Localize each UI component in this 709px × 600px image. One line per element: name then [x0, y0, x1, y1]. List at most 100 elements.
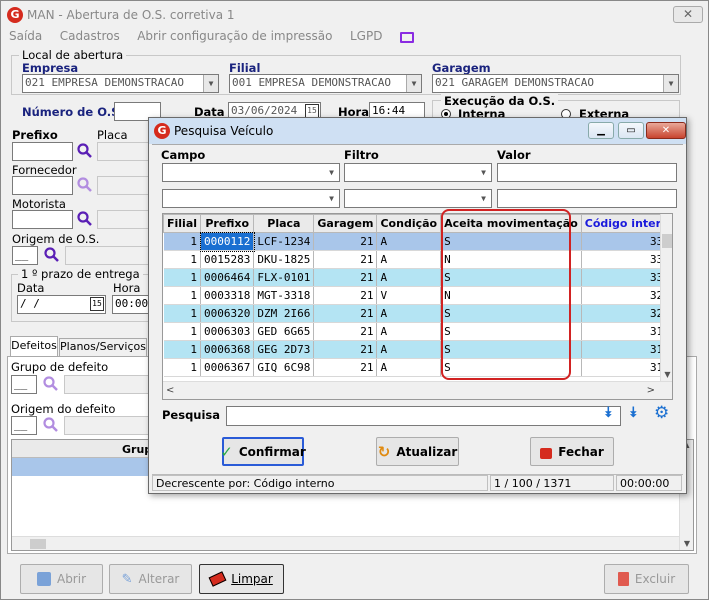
- campo-select-1[interactable]: ▼: [162, 163, 340, 182]
- placa-input[interactable]: [97, 142, 151, 161]
- table-cell: LCF-1234: [253, 232, 315, 251]
- search-icon[interactable]: [77, 177, 93, 193]
- monitor-icon[interactable]: [399, 31, 414, 43]
- main-menubar: Saída Cadastros Abrir configuração de im…: [9, 29, 414, 43]
- table-row[interactable]: 10006464FLX-010121AS3319: [163, 268, 672, 287]
- calendar-icon[interactable]: 15: [90, 297, 104, 311]
- empresa-combo[interactable]: 021 EMPRESA DEMONSTRACAO ▼: [22, 74, 219, 93]
- dialog-close-button[interactable]: ✕: [646, 122, 686, 139]
- garagem-combo[interactable]: 021 GARAGEM DEMONSTRACAO ▼: [432, 74, 679, 93]
- fechar-button[interactable]: Fechar: [530, 437, 614, 466]
- table-cell: 1: [163, 340, 202, 359]
- menu-lgpd[interactable]: LGPD: [350, 29, 382, 43]
- table-cell: 21: [313, 268, 378, 287]
- table-row[interactable]: 10006367GIQ 6C9821AS3116: [163, 358, 672, 377]
- limpar-button[interactable]: Limpar: [199, 564, 284, 594]
- col-garagem[interactable]: Garagem: [313, 214, 378, 233]
- alterar-button[interactable]: ✎ Alterar: [109, 564, 192, 594]
- minimize-button[interactable]: ▁: [588, 122, 614, 139]
- prazo-data-input[interactable]: / / 15: [17, 295, 106, 314]
- results-body: 10000112LCF-123421AS332310015283DKU-1825…: [163, 231, 672, 377]
- table-row[interactable]: 10006320DZM 2I6621AS3203: [163, 304, 672, 323]
- main-close-button[interactable]: ✕: [673, 6, 703, 23]
- trash-icon: [617, 572, 629, 586]
- table-row[interactable]: 10006368GEG 2D7321AS3117: [163, 340, 672, 359]
- table-cell: 0015283: [200, 250, 255, 269]
- motorista-input[interactable]: [12, 210, 73, 229]
- fornecedor-label: Fornecedor: [12, 163, 77, 177]
- search-icon[interactable]: [44, 247, 60, 263]
- campo-select-2[interactable]: ▼: [162, 189, 340, 208]
- horizontal-scrollbar[interactable]: [12, 536, 679, 550]
- table-cell: S: [440, 268, 582, 287]
- col-condicao[interactable]: Condição: [376, 214, 442, 233]
- table-cell: 0003318: [200, 286, 255, 305]
- search-icon[interactable]: [77, 211, 93, 227]
- fechar-label: Fechar: [558, 444, 604, 459]
- atualizar-button[interactable]: ↻ Atualizar: [376, 437, 459, 466]
- grupo-defeito-input[interactable]: __: [11, 375, 37, 394]
- table-row[interactable]: 10006303GED 6G6521AS3141: [163, 322, 672, 341]
- origem-defeito-input[interactable]: __: [11, 416, 37, 435]
- gear-icon[interactable]: ⚙: [654, 403, 669, 423]
- search-icon[interactable]: [43, 417, 59, 433]
- col-prefixo[interactable]: Prefixo: [200, 214, 255, 233]
- menu-saida[interactable]: Saída: [9, 29, 42, 43]
- app-logo-icon: G: [7, 7, 23, 23]
- atualizar-label: Atualizar: [396, 444, 458, 459]
- tab-planos-servicos[interactable]: Planos/Serviços: [59, 338, 147, 356]
- results-vertical-scrollbar[interactable]: ▼: [660, 214, 672, 381]
- table-row[interactable]: 10015283DKU-182521AN3321: [163, 250, 672, 269]
- confirmar-button[interactable]: ✓ Confirmar: [220, 437, 306, 466]
- valor-label: Valor: [497, 148, 531, 162]
- garagem-label: Garagem: [432, 61, 491, 75]
- origem-os-input[interactable]: __: [12, 246, 38, 265]
- abrir-button[interactable]: Abrir: [20, 564, 103, 594]
- collapse-down-icon[interactable]: ⯯: [629, 405, 637, 421]
- prazo-hora-input[interactable]: 00:00: [112, 295, 151, 314]
- results-table: Filial Prefixo Placa Garagem Condição Ac…: [163, 214, 672, 377]
- col-filial[interactable]: Filial: [163, 214, 202, 233]
- pencil-icon: ✎: [121, 571, 133, 587]
- pesquisa-veiculo-dialog: G Pesquisa Veículo ▁ ▭ ✕ Campo Filtro Va…: [148, 117, 687, 494]
- filial-combo[interactable]: 001 EMPRESA DEMONSTRACAO ▼: [229, 74, 422, 93]
- table-cell: 21: [313, 322, 378, 341]
- prefixo-input[interactable]: [12, 142, 73, 161]
- filtro-select-2[interactable]: ▼: [344, 189, 492, 208]
- limpar-label: Limpar: [231, 572, 273, 586]
- col-placa[interactable]: Placa: [253, 214, 315, 233]
- table-row[interactable]: 10000112LCF-123421AS3323: [163, 231, 672, 252]
- table-cell: A: [376, 268, 442, 287]
- table-row[interactable]: 10003318MGT-331821VN3207: [163, 286, 672, 305]
- prefixo-label: Prefixo: [12, 128, 58, 142]
- status-count: 1 / 100 / 1371: [490, 475, 614, 491]
- menu-abrir-config[interactable]: Abrir configuração de impressão: [137, 29, 332, 43]
- search-icon[interactable]: [77, 143, 93, 159]
- excluir-button[interactable]: Excluir: [604, 564, 689, 594]
- data-value: 03/06/2024: [231, 104, 298, 117]
- table-cell: A: [376, 340, 442, 359]
- fornecedor-input[interactable]: [12, 176, 73, 195]
- calendar-icon[interactable]: 15: [305, 104, 319, 118]
- expand-down-icon[interactable]: ⯯: [604, 405, 612, 421]
- valor-input-1[interactable]: [497, 163, 677, 182]
- veiculo-results-grid[interactable]: Filial Prefixo Placa Garagem Condição Ac…: [162, 213, 673, 400]
- table-cell: 0000112: [199, 231, 255, 252]
- pesquisa-input[interactable]: [226, 406, 621, 426]
- search-icon[interactable]: [43, 376, 59, 392]
- filial-value: 001 EMPRESA DEMONSTRACAO: [232, 76, 391, 89]
- table-cell: 1: [163, 250, 202, 269]
- grupo-defeito-label: Grupo de defeito: [11, 360, 109, 374]
- tab-defeitos[interactable]: Defeitos: [10, 336, 58, 356]
- filtro-select-1[interactable]: ▼: [344, 163, 492, 182]
- menu-cadastros[interactable]: Cadastros: [60, 29, 120, 43]
- valor-input-2[interactable]: [497, 189, 677, 208]
- col-aceita-movimentacao[interactable]: Aceita movimentação: [440, 214, 582, 233]
- maximize-button[interactable]: ▭: [618, 122, 644, 139]
- table-cell: 0006464: [200, 268, 255, 287]
- results-horizontal-scrollbar[interactable]: < >: [163, 381, 672, 399]
- chevron-down-icon: ▼: [324, 190, 339, 207]
- table-cell: 21: [313, 250, 378, 269]
- filtro-label: Filtro: [344, 148, 379, 162]
- chevron-down-icon: ▼: [476, 190, 491, 207]
